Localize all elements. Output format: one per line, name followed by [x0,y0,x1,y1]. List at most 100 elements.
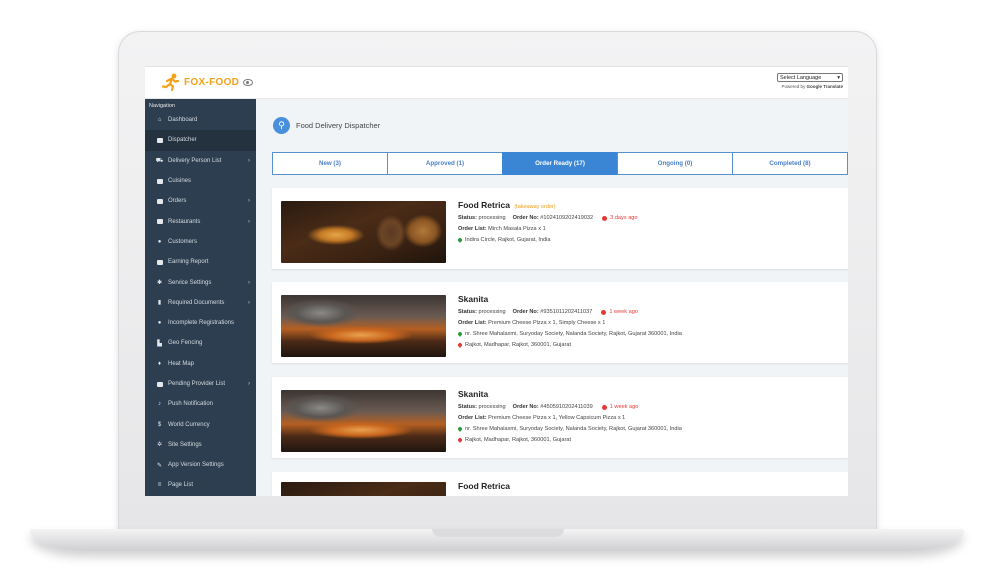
food-image [281,295,446,357]
order-info: Food Retrica (takeaway order) Status: pr… [457,200,638,243]
sidebar-item-label: Delivery Person List [168,157,222,164]
sidebar-item-customers[interactable]: ● Customers [145,232,256,252]
sidebar-item-label: Customers [168,238,198,245]
order-no-value: #1024109202419032 [540,215,594,221]
order-no-value: #4505910202411039 [540,404,593,410]
order-card[interactable]: Food Retrica (takeaway order) Status: pr… [272,188,848,269]
sidebar-item-earning-report[interactable]: Earning Report [145,252,256,272]
user-plus-icon: ● [157,320,162,327]
order-no-label: Order No: [512,404,539,410]
sidebar-title: Navigation [149,103,175,109]
status-value: processing [478,215,506,221]
tab-order-ready[interactable]: Order Ready (17) [502,152,618,175]
restaurant-name: Skanita [458,294,682,304]
fork-knife-icon: ⚲ [273,117,290,134]
order-list-value: Mirch Masala Pizza x 1 [488,226,546,232]
gear-icon: ✱ [156,280,163,287]
sidebar-item-required-documents[interactable]: ▮ Required Documents › [145,293,256,313]
order-info: Skanita Status: processing Order No: #93… [457,294,682,348]
time-ago-text: 3 days ago [610,215,638,221]
clock-icon [601,404,607,410]
status-label: Status: [458,215,477,221]
sidebar-item-label: Page List [168,482,194,489]
sidebar-item-label: Pending Provider List [168,381,226,387]
status-label: Status: [458,309,477,315]
order-card[interactable]: Skanita Status: processing Order No: #45… [272,377,848,458]
provider-icon [156,381,163,387]
pickup-address: nr. Shree Mahalaxmi, Suryoday Society, N… [465,426,682,432]
restaurant-name-text: Skanita [458,294,489,304]
user-icon: ● [157,238,162,245]
order-card[interactable]: Skanita Status: processing Order No: #93… [272,282,848,363]
status-value: processing [478,404,506,410]
order-info: Skanita Status: processing Order No: #45… [457,389,682,443]
sidebar: Navigation ⌂ Dashboard Dispatcher ⛟ Deli… [145,99,256,496]
language-select-value: Select Language [780,74,822,81]
map-pin-icon [457,237,463,243]
sidebar-item-label: Required Documents [168,299,225,306]
sidebar-item-cuisines[interactable]: Cuisines [145,171,256,191]
gears-icon: ✲ [156,442,163,449]
eye-icon[interactable] [243,79,253,86]
clock-icon [602,215,608,221]
sidebar-item-dispatcher[interactable]: Dispatcher [145,130,256,151]
order-card[interactable]: Food Retrica [272,472,848,496]
dropoff-address: Rajkot, Madhapar, Rajkot, 360001, Gujara… [465,437,572,443]
order-list-label: Order List: [458,226,487,232]
sidebar-item-dashboard[interactable]: ⌂ Dashboard [145,110,256,130]
order-list-value: Premium Cheese Pizza x 1, Simply Cheese … [488,320,606,326]
dropoff-line: Rajkot, Madhapar, Rajkot, 360001, Gujara… [457,437,682,443]
sidebar-item-label: Orders [168,198,187,205]
sidebar-item-label: App Version Settings [168,462,224,469]
logo[interactable]: FOX-FOOD [161,73,239,91]
sidebar-item-geo-fencing[interactable]: ▙ Geo Fencing [145,333,256,353]
time-ago-text: 1 week ago [609,404,639,410]
map-pin-icon [457,437,463,443]
sidebar-item-incomplete-registrations[interactable]: ● Incomplete Registrations [145,313,256,333]
powered-by: Powered by Google Translate [777,84,843,89]
language-widget: Select Language ▾ Powered by Google Tran… [777,73,843,89]
report-icon [156,259,163,265]
home-icon: ⌂ [157,117,162,124]
sidebar-item-delivery-person-list[interactable]: ⛟ Delivery Person List › [145,151,256,171]
food-image [281,201,446,263]
time-ago-text: 1 week ago [609,309,638,315]
main-content: ⚲ Food Delivery Dispatcher New (3) Appro… [256,99,848,496]
sidebar-item-app-version-settings[interactable]: ✎ App Version Settings [145,455,256,475]
chevron-right-icon: › [248,218,250,225]
google-translate-link[interactable]: Google Translate [806,84,843,89]
sidebar-item-page-list[interactable]: ≡ Page List [145,475,256,495]
chevron-right-icon: › [248,381,250,387]
food-image [281,482,446,496]
order-list-line: Order List: Premium Cheese Pizza x 1, Si… [458,320,682,326]
laptop-notch [432,529,564,537]
sidebar-item-orders[interactable]: Orders › [145,191,256,211]
chevron-down-icon: ▾ [837,74,840,81]
list-icon: ≡ [157,482,162,489]
sidebar-item-site-settings[interactable]: ✲ Site Settings [145,435,256,455]
language-select[interactable]: Select Language ▾ [777,73,843,82]
tab-completed[interactable]: Completed (8) [732,152,848,175]
sidebar-item-heat-map[interactable]: ♦ Heat Map [145,354,256,374]
restaurant-name-text: Food Retrica [458,200,510,210]
clock-icon [601,309,607,315]
bell-icon: ♪ [158,401,161,408]
tab-approved[interactable]: Approved (1) [387,152,503,175]
sidebar-item-world-currency[interactable]: $ World Currency [145,414,256,434]
motorbike-icon: ⛟ [155,157,164,164]
sidebar-item-pending-provider-list[interactable]: Pending Provider List › [145,374,256,394]
sidebar-item-label: Earning Report [168,259,209,266]
top-bar: FOX-FOOD Select Language ▾ Powered by Go… [145,67,848,99]
sidebar-item-label: Restaurants [168,218,201,225]
sidebar-item-service-settings[interactable]: ✱ Service Settings › [145,272,256,292]
pickup-line: nr. Shree Mahalaxmi, Suryoday Society, N… [457,426,682,432]
logo-text: FOX-FOOD [184,76,240,88]
sidebar-item-push-notification[interactable]: ♪ Push Notification [145,394,256,414]
takeaway-tag: (takeaway order) [514,204,556,210]
time-ago: 1 week ago [601,404,639,410]
tab-ongoing[interactable]: Ongoing (0) [617,152,733,175]
sidebar-item-restaurants[interactable]: Restaurants › [145,211,256,231]
tab-new[interactable]: New (3) [272,152,388,175]
dispatcher-icon [156,137,163,143]
sidebar-item-label: Service Settings [168,279,212,286]
